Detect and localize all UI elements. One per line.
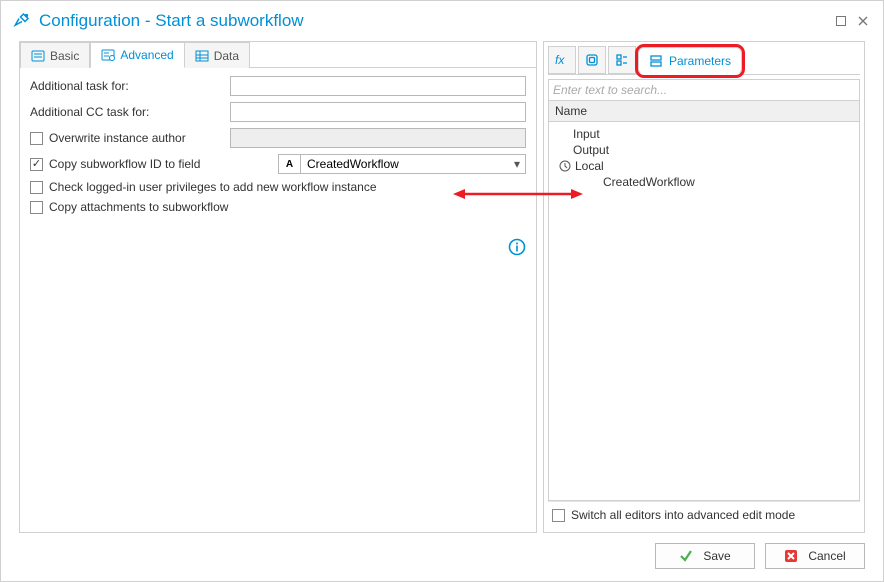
tree-column-header[interactable]: Name <box>548 101 860 122</box>
additional-cc-input[interactable] <box>230 102 526 122</box>
left-panel: Basic Advanced Data Additional task for:… <box>19 41 537 533</box>
search-placeholder: Enter text to search... <box>553 83 667 97</box>
search-input[interactable]: Enter text to search... <box>548 79 860 101</box>
left-tabs: Basic Advanced Data <box>20 42 536 68</box>
tree-item-local[interactable]: Local <box>555 158 853 174</box>
check-privileges-label: Check logged-in user privileges to add n… <box>49 180 377 194</box>
maximize-button[interactable] <box>833 13 849 29</box>
check-privileges-checkbox[interactable] <box>30 181 43 194</box>
tab-data-label: Data <box>214 49 239 63</box>
copy-attachments-label: Copy attachments to subworkflow <box>49 200 228 214</box>
cancel-button[interactable]: Cancel <box>765 543 865 569</box>
form-plus-icon <box>101 48 115 62</box>
advanced-edit-label: Switch all editors into advanced edit mo… <box>571 508 795 522</box>
expand-icon[interactable] <box>559 160 571 172</box>
tab-data[interactable]: Data <box>185 42 250 68</box>
copy-attachments-checkbox[interactable] <box>30 201 43 214</box>
parameters-tree[interactable]: Input Output Local CreatedWorkflow <box>548 122 860 501</box>
tree-item-output[interactable]: Output <box>555 142 853 158</box>
overwrite-author-input <box>230 128 526 148</box>
cancel-icon <box>784 549 798 563</box>
tab-advanced[interactable]: Advanced <box>90 42 184 68</box>
overwrite-author-label: Overwrite instance author <box>49 131 186 145</box>
tab-advanced-label: Advanced <box>120 48 173 62</box>
form-icon <box>31 49 45 63</box>
tree-item-local-label: Local <box>575 159 604 173</box>
window-title: Configuration - Start a subworkflow <box>39 11 304 31</box>
parameters-icon <box>649 54 663 68</box>
tab-fields[interactable] <box>608 46 636 74</box>
info-icon[interactable] <box>508 238 526 256</box>
advanced-form: Additional task for: Additional CC task … <box>20 68 536 532</box>
right-panel: fx Parameters Enter text to search... Na… <box>543 41 865 533</box>
svg-text:fx: fx <box>555 53 565 67</box>
right-tabs: fx Parameters <box>548 46 860 75</box>
table-icon <box>195 49 209 63</box>
chevron-down-icon: ▾ <box>509 157 525 171</box>
check-icon <box>679 549 693 563</box>
save-label: Save <box>703 549 730 563</box>
save-button[interactable]: Save <box>655 543 755 569</box>
title-bar: Configuration - Start a subworkflow <box>1 1 883 41</box>
copy-id-field-name: CreatedWorkflow <box>301 157 509 171</box>
overwrite-author-checkbox[interactable] <box>30 132 43 145</box>
additional-task-input[interactable] <box>230 76 526 96</box>
tab-objects[interactable] <box>578 46 606 74</box>
tab-basic[interactable]: Basic <box>20 42 90 68</box>
tab-parameters[interactable]: Parameters <box>638 47 742 75</box>
tab-basic-label: Basic <box>50 49 79 63</box>
configure-icon <box>13 11 31 32</box>
tree-item-input[interactable]: Input <box>555 126 853 142</box>
dialog-buttons: Save Cancel <box>655 543 865 569</box>
close-button[interactable] <box>855 13 871 29</box>
tree-item-created-workflow[interactable]: CreatedWorkflow <box>555 174 853 190</box>
copy-id-field-select[interactable]: A CreatedWorkflow ▾ <box>278 154 526 174</box>
tab-functions[interactable]: fx <box>548 46 576 74</box>
additional-cc-label: Additional CC task for: <box>30 105 230 119</box>
tab-parameters-label: Parameters <box>669 54 731 68</box>
copy-id-checkbox[interactable] <box>30 158 43 171</box>
text-type-badge: A <box>279 155 301 173</box>
additional-task-label: Additional task for: <box>30 79 230 93</box>
cancel-label: Cancel <box>808 549 845 563</box>
advanced-edit-checkbox[interactable] <box>552 509 565 522</box>
copy-id-label: Copy subworkflow ID to field <box>49 157 200 171</box>
